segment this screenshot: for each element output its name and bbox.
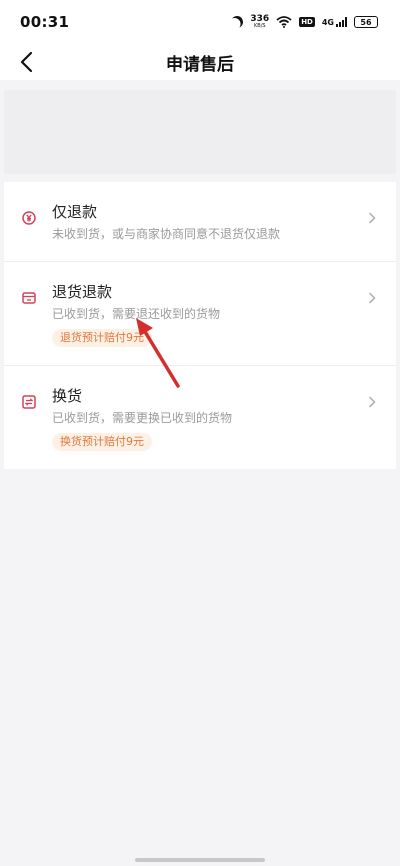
signal-bars-icon [336, 17, 347, 27]
moon-icon [230, 14, 245, 29]
compensation-tag: 退货预计赔付9元 [52, 329, 152, 347]
after-sale-options: 仅退款 未收到货，或与商家协商同意不退货仅退款 退货退款 已收到货，需要退还收到… [4, 182, 396, 469]
option-title: 换货 [52, 387, 83, 405]
status-bar: 00:31 336 KB/S HD 4G 56 [0, 0, 400, 44]
back-button[interactable] [12, 48, 40, 76]
status-time: 00:31 [20, 13, 70, 31]
yen-circle-icon [22, 211, 36, 225]
wifi-icon [276, 16, 292, 28]
option-return-refund[interactable]: 退货退款 已收到货，需要退还收到的货物 退货预计赔付9元 [4, 261, 396, 365]
chevron-left-icon [20, 51, 33, 73]
battery-icon: 56 [354, 16, 378, 28]
chevron-right-icon [368, 396, 376, 408]
chevron-right-icon [368, 292, 376, 304]
exchange-icon [22, 395, 36, 409]
option-refund-only[interactable]: 仅退款 未收到货，或与商家协商同意不退货仅退款 [4, 182, 396, 261]
hd-badge: HD [299, 17, 315, 27]
network-speed: 336 KB/S [250, 15, 269, 29]
option-body: 换货 已收到货，需要更换已收到的货物 换货预计赔付9元 [52, 386, 374, 451]
network-speed-unit: KB/S [254, 23, 266, 29]
option-body: 退货退款 已收到货，需要退还收到的货物 退货预计赔付9元 [52, 282, 374, 347]
status-icons: 336 KB/S HD 4G 56 [231, 15, 378, 29]
signal-label: 4G [321, 18, 334, 27]
return-box-icon [22, 292, 36, 304]
cellular-signal: 4G [322, 17, 347, 27]
compensation-tag: 换货预计赔付9元 [52, 433, 152, 451]
option-title: 仅退款 [52, 203, 98, 221]
nav-bar: 申请售后 [0, 44, 400, 80]
home-indicator[interactable] [135, 858, 265, 862]
option-desc: 已收到货，需要更换已收到的货物 [52, 411, 233, 425]
blank-placeholder-card [4, 90, 396, 174]
chevron-right-icon [368, 212, 376, 224]
option-body: 仅退款 未收到货，或与商家协商同意不退货仅退款 [52, 202, 374, 243]
option-title: 退货退款 [52, 283, 113, 301]
option-exchange[interactable]: 换货 已收到货，需要更换已收到的货物 换货预计赔付9元 [4, 365, 396, 469]
page-title: 申请售后 [166, 54, 234, 75]
option-desc: 未收到货，或与商家协商同意不退货仅退款 [52, 227, 281, 241]
option-desc: 已收到货，需要退还收到的货物 [52, 307, 221, 321]
battery-level: 56 [360, 17, 372, 27]
